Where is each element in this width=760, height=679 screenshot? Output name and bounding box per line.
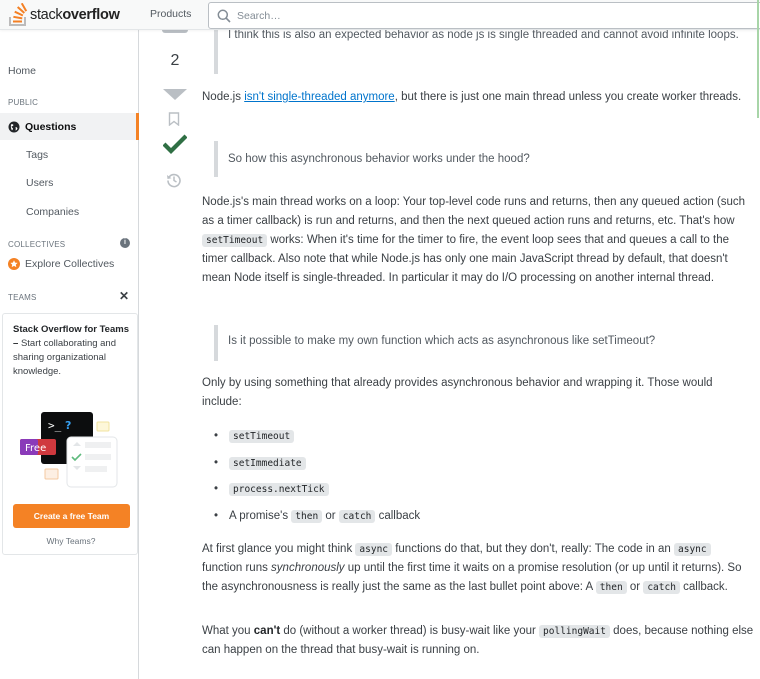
inline-code: setTimeout xyxy=(202,234,268,247)
list-item: process.nextTick xyxy=(214,480,754,507)
free-badge-text: Free xyxy=(25,443,46,454)
sidebar-item-questions[interactable]: Questions xyxy=(0,113,139,140)
search-box[interactable] xyxy=(208,2,760,29)
section-label-public: PUBLIC xyxy=(8,98,39,107)
globe-icon xyxy=(8,121,20,132)
collectives-star-icon xyxy=(8,258,20,270)
history-icon[interactable] xyxy=(166,172,182,188)
teams-illustration: >_ ? Free xyxy=(15,412,125,492)
inline-code: process.nextTick xyxy=(229,483,329,496)
sidebar-item-home[interactable]: Home xyxy=(8,65,36,77)
left-sidebar: Home PUBLIC Questions Tags Users Compani… xyxy=(0,30,139,679)
inline-code: catch xyxy=(338,509,376,523)
upvote-button[interactable] xyxy=(162,30,188,33)
sidebar-item-explore-collectives[interactable]: Explore Collectives xyxy=(8,258,114,270)
downvote-button[interactable] xyxy=(163,89,187,100)
isnt-single-threaded-link[interactable]: isn't single-threaded anymore xyxy=(244,91,395,103)
inline-code: async xyxy=(355,543,393,556)
sidebar-item-companies[interactable]: Companies xyxy=(26,206,79,218)
inline-code: then xyxy=(595,581,627,594)
terminal-question: ? xyxy=(65,419,71,432)
sidebar-item-label: Explore Collectives xyxy=(25,258,115,270)
inline-code: then xyxy=(291,509,323,523)
teams-promo-text: Stack Overflow for Teams – Start collabo… xyxy=(13,324,129,377)
inline-code: async xyxy=(674,543,711,556)
window-edge xyxy=(757,0,759,118)
bookmark-icon[interactable] xyxy=(168,112,180,126)
inline-code: pollingWait xyxy=(539,625,610,638)
blockquote: So how this asynchronous behavior works … xyxy=(214,141,754,177)
paragraph: What you can't do (without a worker thre… xyxy=(202,625,754,656)
inline-code: setTimeout xyxy=(229,430,295,443)
search-input[interactable] xyxy=(237,9,637,22)
inline-code: setImmediate xyxy=(229,456,306,470)
sidebar-item-tags[interactable]: Tags xyxy=(26,149,48,161)
bullet-list: setTimeout setImmediate process.nextTick… xyxy=(202,427,754,533)
sidebar-item-label: Questions xyxy=(25,120,77,133)
teams-promo-card: Stack Overflow for Teams – Start collabo… xyxy=(2,313,138,555)
close-icon[interactable]: ✕ xyxy=(119,289,129,303)
list-item: A promise's then or catch callback xyxy=(214,507,754,534)
inline-code: catch xyxy=(643,581,680,594)
stack-logo-icon xyxy=(9,3,28,26)
sidebar-item-users[interactable]: Users xyxy=(26,177,53,189)
search-icon xyxy=(217,9,231,23)
top-bar: stackoverflow Products xyxy=(0,0,760,30)
create-free-team-button[interactable]: Create a free Team xyxy=(13,504,130,528)
accepted-check-icon xyxy=(163,134,187,154)
paragraph: Node.js isn't single-threaded anymore, b… xyxy=(202,91,742,103)
why-teams-link[interactable]: Why Teams? xyxy=(3,536,139,546)
stackoverflow-logo[interactable]: stackoverflow xyxy=(8,3,120,27)
paragraph: Node.js's main thread works on a loop: Y… xyxy=(202,196,746,284)
teams-illustration-graphic: >_ ? Free xyxy=(20,412,118,488)
vote-count: 2 xyxy=(170,52,180,69)
section-label-teams: TEAMS xyxy=(8,293,37,302)
terminal-prompt: >_ xyxy=(48,419,62,432)
list-item: setImmediate xyxy=(214,454,754,481)
info-icon[interactable]: i xyxy=(120,238,130,248)
logo-text: stackoverflow xyxy=(30,7,120,23)
section-label-collectives: COLLECTIVES xyxy=(8,240,66,249)
products-menu[interactable]: Products xyxy=(150,8,191,20)
blockquote: Is it possible to make my own function w… xyxy=(214,325,754,361)
list-item: setTimeout xyxy=(214,427,754,454)
paragraph: At first glance you might think async fu… xyxy=(202,543,742,594)
paragraph: Only by using something that already pro… xyxy=(202,377,713,408)
blockquote: I think this is also an expected behavio… xyxy=(214,24,754,74)
